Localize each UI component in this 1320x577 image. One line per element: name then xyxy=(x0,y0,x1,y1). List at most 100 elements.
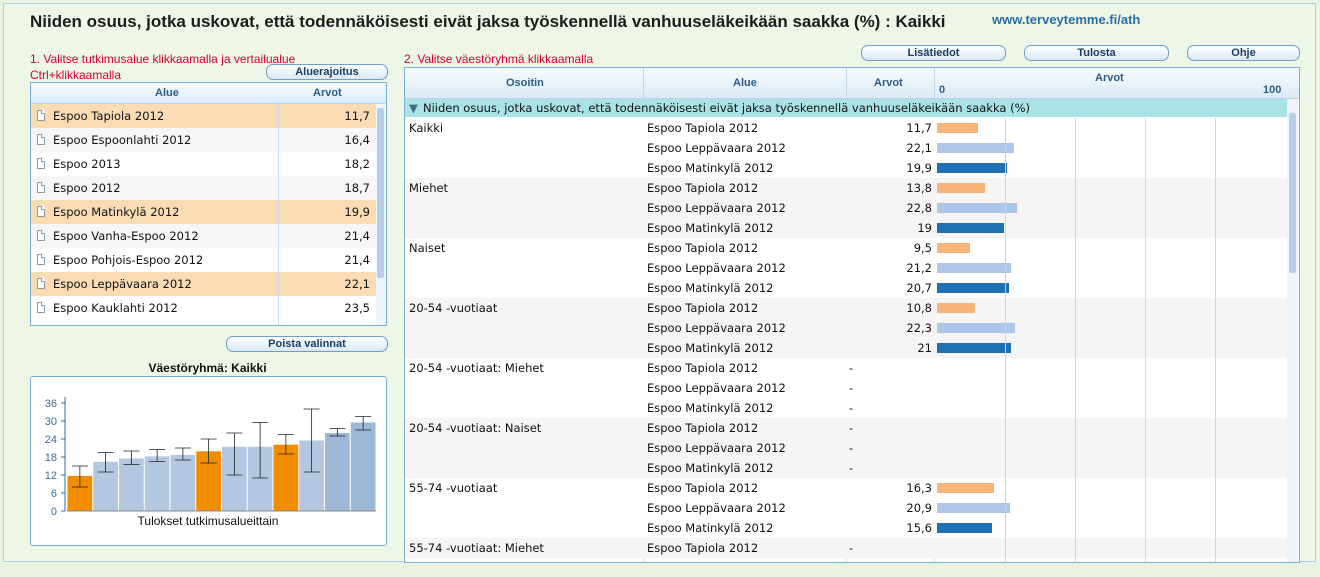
value-bar[interactable] xyxy=(937,143,1015,153)
results-scrollbar-thumb[interactable] xyxy=(1289,113,1296,273)
area-list-item[interactable]: Espoo 2012 18,7 xyxy=(31,176,376,200)
area-column-header[interactable]: Alue xyxy=(733,77,757,89)
value-bar[interactable] xyxy=(937,263,1012,273)
collapse-triangle-icon[interactable]: ▼ xyxy=(409,101,418,115)
indicator-group-row[interactable]: ▼ Niiden osuus, jotka uskovat, että tode… xyxy=(405,99,1287,117)
area-list-item[interactable]: Espoo 2013 18,2 xyxy=(31,152,376,176)
area-value: 18,7 xyxy=(344,181,370,195)
document-icon xyxy=(37,134,45,145)
value-column-header[interactable]: Arvot xyxy=(874,77,903,89)
area-value: 18,2 xyxy=(344,157,370,171)
chart-bar[interactable] xyxy=(273,444,299,511)
area-name: Espoo Kauklahti 2012 xyxy=(53,301,178,315)
table-row[interactable]: 20-54 -vuotiaat Espoo Tapiola 2012 10,8 xyxy=(405,298,1287,318)
area-list-item[interactable]: Espoo Vanha-Espoo 2012 21,4 xyxy=(31,224,376,248)
row-area: Espoo Matinkylä 2012 xyxy=(647,221,774,235)
area-column-header[interactable]: Alue xyxy=(155,87,179,99)
print-button[interactable]: Tulosta xyxy=(1024,45,1169,61)
chart-bar[interactable] xyxy=(325,433,350,511)
table-row[interactable]: Espoo Leppävaara 2012 22,3 xyxy=(405,318,1287,338)
batch-limit-button[interactable]: Aluerajoitus xyxy=(266,64,388,80)
area-list-item[interactable]: Espoo Kauklahti 2012 23,5 xyxy=(31,296,376,320)
bar-gridline xyxy=(1145,118,1146,562)
table-row[interactable]: Espoo Matinkylä 2012 20,7 xyxy=(405,278,1287,298)
table-row[interactable]: Espoo Matinkylä 2012 19,9 xyxy=(405,158,1287,178)
y-tick-label: 36 xyxy=(45,398,57,410)
indicator-column-header[interactable]: Osoitin xyxy=(506,77,544,89)
chart-bar[interactable] xyxy=(119,458,144,512)
area-list-item[interactable]: Espoo Espoonlahti 2012 16,4 xyxy=(31,128,376,152)
table-row[interactable]: Espoo Matinkylä 2012 21 xyxy=(405,338,1287,358)
table-row[interactable]: Espoo Leppävaara 2012 21,2 xyxy=(405,258,1287,278)
table-row[interactable]: 55-74 -vuotiaat Espoo Tapiola 2012 16,3 xyxy=(405,478,1287,498)
document-icon xyxy=(37,182,45,193)
table-row[interactable]: Espoo Leppävaara 2012 22,1 xyxy=(405,138,1287,158)
row-value: 20,7 xyxy=(906,281,932,295)
value-bar[interactable] xyxy=(937,503,1011,513)
mini-bar-chart: Tulokset tutkimusalueittain 0 6 12 18 24 30 36 xyxy=(45,397,376,528)
document-icon xyxy=(37,302,45,313)
row-area: Espoo Matinkylä 2012 xyxy=(647,281,774,295)
table-row[interactable]: Espoo Leppävaara 2012 20,9 xyxy=(405,498,1287,518)
table-row[interactable]: Naiset Espoo Tapiola 2012 9,5 xyxy=(405,238,1287,258)
value-bar[interactable] xyxy=(937,323,1016,333)
value-bar[interactable] xyxy=(937,343,1011,353)
value-bar[interactable] xyxy=(937,303,975,313)
bar-axis-min: 0 xyxy=(939,84,946,96)
scrollbar-thumb[interactable] xyxy=(377,108,384,278)
area-list-item[interactable]: Espoo Tapiola 2012 11,7 xyxy=(31,104,376,128)
area-list-item[interactable]: Espoo Leppävaara 2012 22,1 xyxy=(31,272,376,296)
group-label: Naiset xyxy=(409,241,446,255)
help-button[interactable]: Ohje xyxy=(1187,45,1300,61)
table-row[interactable]: 20-54 -vuotiaat: Miehet Espoo Tapiola 201… xyxy=(405,358,1287,378)
table-row[interactable]: Espoo Matinkylä 2012 15,6 xyxy=(405,518,1287,538)
value-bar[interactable] xyxy=(937,243,971,253)
area-name: Espoo 2012 xyxy=(53,181,121,195)
chart-bar[interactable] xyxy=(144,456,170,511)
area-list-item[interactable]: Espoo Matinkylä 2012 19,9 xyxy=(31,200,376,224)
row-value: 22,1 xyxy=(906,141,932,155)
table-row[interactable]: Espoo Matinkylä 2012 - xyxy=(405,398,1287,418)
area-list-scrollbar[interactable] xyxy=(376,104,385,325)
value-column-header[interactable]: Arvot xyxy=(313,87,342,99)
value-bar[interactable] xyxy=(937,123,978,133)
row-area: Espoo Matinkylä 2012 xyxy=(647,401,774,415)
table-row[interactable]: 55-74 -vuotiaat: Miehet Espoo Tapiola 201… xyxy=(405,538,1287,558)
row-area: Espoo Tapiola 2012 xyxy=(647,241,759,255)
row-area: Espoo Leppävaara 2012 xyxy=(647,141,786,155)
row-area: Espoo Tapiola 2012 xyxy=(647,421,759,435)
table-row[interactable]: Espoo Leppävaara 2012 22,8 xyxy=(405,198,1287,218)
table-row[interactable]: 20-54 -vuotiaat: Naiset Espoo Tapiola 201… xyxy=(405,418,1287,438)
table-row[interactable]: Espoo Leppävaara 2012 - xyxy=(405,378,1287,398)
group-label: Miehet xyxy=(409,181,449,195)
value-bar[interactable] xyxy=(937,283,1010,293)
value-bar[interactable] xyxy=(937,163,1007,173)
chart-bar[interactable] xyxy=(350,422,376,512)
row-area: Espoo Tapiola 2012 xyxy=(647,481,759,495)
value-bar[interactable] xyxy=(937,223,1004,233)
value-bar[interactable] xyxy=(937,523,992,533)
area-name: Espoo Matinkylä 2012 xyxy=(53,205,180,219)
table-row[interactable]: Kaikki Espoo Tapiola 2012 11,7 xyxy=(405,118,1287,138)
chart-bar[interactable] xyxy=(170,454,196,511)
table-row[interactable]: Espoo Matinkylä 2012 - xyxy=(405,458,1287,478)
table-row[interactable]: Espoo Leppävaara 2012 - xyxy=(405,438,1287,458)
area-value: 11,7 xyxy=(344,109,370,123)
table-row[interactable]: Espoo Matinkylä 2012 19 xyxy=(405,218,1287,238)
area-list: Alue Arvot Espoo Tapiola 2012 11,7 Espoo E… xyxy=(30,82,387,326)
results-scrollbar[interactable] xyxy=(1287,99,1298,562)
row-value: - xyxy=(849,541,854,555)
row-value: 11,7 xyxy=(906,121,932,135)
table-row[interactable]: Miehet Espoo Tapiola 2012 13,8 xyxy=(405,178,1287,198)
row-value: 21 xyxy=(917,341,932,355)
row-area: Espoo Tapiola 2012 xyxy=(647,361,759,375)
value-bar[interactable] xyxy=(937,183,986,193)
more-info-button[interactable]: Lisätiedot xyxy=(861,45,1006,61)
area-value: 19,9 xyxy=(344,205,370,219)
y-tick-label: 6 xyxy=(51,488,57,500)
column-divider xyxy=(278,104,279,325)
clear-selection-button[interactable]: Poista valinnat xyxy=(226,336,388,352)
site-link[interactable]: www.terveytemme.fi/ath xyxy=(992,12,1140,27)
value-bar[interactable] xyxy=(937,483,995,493)
area-list-item[interactable]: Espoo Pohjois-Espoo 2012 21,4 xyxy=(31,248,376,272)
